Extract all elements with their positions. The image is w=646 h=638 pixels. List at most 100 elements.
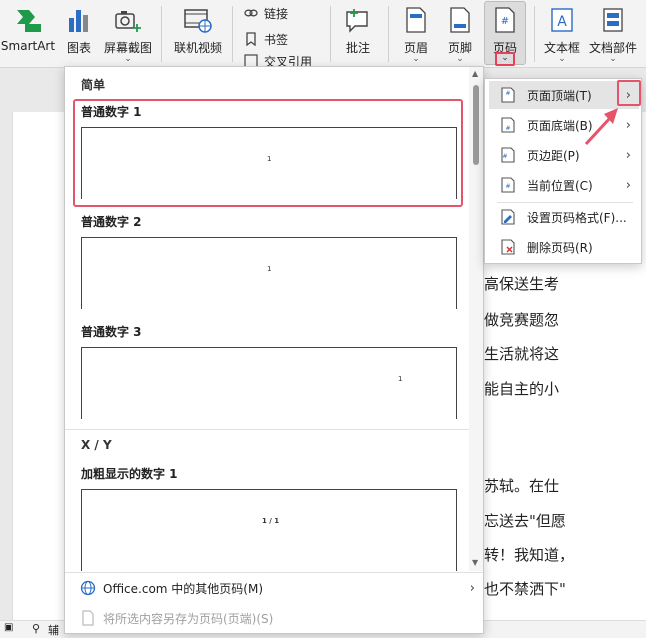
footer-icon [450, 7, 470, 33]
smartart-label: SmartArt [0, 39, 56, 53]
ribbon: SmartArt 图表 屏幕截图 ⌄ 联机视频 链接 书签 交叉引用 批注 页眉… [0, 0, 646, 68]
chart-icon [69, 10, 88, 32]
ribbon-separator [388, 6, 389, 62]
remove-page-number-icon [497, 239, 519, 255]
header-button[interactable]: 页眉 ⌄ [396, 2, 436, 64]
page-top-icon: # [497, 87, 519, 103]
svg-text:#: # [505, 183, 510, 190]
document-text-line: 也不禁洒下" [484, 580, 566, 598]
more-page-numbers-item[interactable]: Office.com 中的其他页码(M) › [65, 573, 483, 603]
document-parts-chevron-icon: ⌄ [609, 54, 617, 64]
header-chevron-icon: ⌄ [412, 54, 420, 64]
page-number-preview: 1 [267, 155, 272, 163]
document-text-line: 生活就将这 [484, 345, 560, 363]
comment-icon [346, 9, 368, 33]
gallery-section-title: 简单 [81, 78, 106, 92]
comment-label: 批注 [345, 41, 370, 55]
scroll-down-icon[interactable]: ▼ [472, 559, 480, 567]
scroll-thumb[interactable] [473, 85, 479, 165]
header-icon [406, 7, 426, 33]
page-number-preview: 1 / 1 [262, 517, 280, 525]
chart-label: 图表 [66, 41, 91, 55]
document-parts-icon [603, 8, 623, 32]
gallery-item-title: 普通数字 3 [81, 325, 142, 339]
online-video-button[interactable]: 联机视频 [170, 2, 226, 64]
comment-button[interactable]: 批注 [338, 2, 378, 64]
current-position-icon: # [497, 177, 519, 193]
ribbon-separator [232, 6, 233, 62]
page-number-button[interactable]: # 页码 ⌄ [484, 1, 526, 66]
link-label: 链接 [264, 6, 289, 21]
document-text-line: 做竞赛题忽 [484, 311, 560, 329]
format-page-number-icon [497, 209, 519, 225]
svg-text:#: # [505, 125, 510, 132]
footer-chevron-icon: ⌄ [456, 54, 464, 64]
page-number-dropdown[interactable]: ⌄ [485, 52, 525, 66]
save-selection-label: 将所选内容另存为页码(页端)(S) [103, 611, 274, 626]
menu-item-format-page-numbers[interactable]: 设置页码格式(F)... [489, 203, 639, 231]
gallery-item-title: 普通数字 1 [81, 105, 142, 119]
globe-icon [79, 579, 97, 597]
save-selection-item: 将所选内容另存为页码(页端)(S) [65, 603, 483, 633]
save-page-icon [79, 609, 97, 627]
accessibility-icon[interactable]: ⚲ [32, 622, 40, 635]
page-view-icon[interactable]: ▣ [4, 622, 13, 633]
online-video-icon [184, 9, 212, 33]
svg-text:#: # [501, 16, 509, 27]
menu-item-current-position[interactable]: # 当前位置(C) › [489, 171, 639, 199]
link-icon [244, 9, 258, 17]
gallery-item-plain-number-1[interactable]: 1 [81, 127, 457, 199]
svg-text:#: # [505, 90, 510, 97]
page-number-preview: 1 [398, 375, 403, 383]
textbox-icon: A [551, 8, 573, 32]
gallery-divider [65, 429, 471, 430]
smartart-icon [17, 10, 41, 32]
gallery-item-title: 加粗显示的数字 1 [81, 467, 178, 481]
textbox-button[interactable]: A 文本框 ⌄ [540, 2, 584, 64]
svg-text:#: # [502, 153, 507, 160]
bookmark-icon [246, 32, 256, 46]
smartart-button[interactable]: SmartArt [0, 2, 56, 64]
menu-item-remove-page-numbers[interactable]: 删除页码(R) [489, 233, 639, 261]
footer-button[interactable]: 页脚 ⌄ [440, 2, 480, 64]
gallery-item-title: 普通数字 2 [81, 215, 142, 229]
menu-item-label: 设置页码格式(F)... [527, 210, 627, 225]
svg-text:A: A [557, 14, 567, 30]
scroll-up-icon[interactable]: ▲ [472, 70, 480, 78]
screenshot-icon [115, 11, 141, 32]
ribbon-separator [161, 6, 162, 62]
screenshot-button[interactable]: 屏幕截图 ⌄ [100, 2, 156, 64]
online-video-label: 联机视频 [173, 41, 222, 55]
bookmark-button[interactable]: 书签 [244, 30, 288, 48]
document-text-line: 苏轼。在仕 [484, 477, 560, 495]
screenshot-chevron-icon: ⌄ [124, 54, 132, 64]
page-number-gallery: 简单 普通数字 1 1 普通数字 2 1 普通数字 3 1 X / Y 加粗显示… [64, 66, 484, 634]
document-parts-button[interactable]: 文档部件 ⌄ [586, 2, 640, 64]
menu-item-label: 当前位置(C) [527, 178, 593, 193]
page-bottom-icon: # [497, 117, 519, 133]
page-number-preview: 1 [267, 265, 272, 273]
document-text-line: 转！我知道， [484, 546, 575, 564]
document-text-line: 高保送生考 [484, 275, 560, 293]
menu-item-label: 删除页码(R) [527, 240, 593, 255]
chevron-down-icon: ⌄ [495, 52, 515, 66]
bookmark-label: 书签 [264, 32, 289, 47]
document-text-line: 能自主的小 [484, 380, 560, 398]
pointer-arrow-icon [584, 108, 618, 146]
gallery-scrollbar[interactable]: ▲ ▼ [469, 67, 483, 571]
chart-button[interactable]: 图表 [60, 2, 98, 64]
chevron-right-icon: › [469, 580, 475, 596]
gallery-section-title: X / Y [81, 438, 112, 452]
ribbon-separator [330, 6, 331, 62]
menu-item-label: 页边距(P) [527, 148, 580, 163]
document-text-line: 忘送去"但愿 [484, 512, 566, 530]
gallery-item-plain-number-2[interactable]: 1 [81, 237, 457, 309]
link-button[interactable]: 链接 [244, 4, 288, 22]
page-margin-icon: # [497, 147, 519, 163]
textbox-chevron-icon: ⌄ [558, 54, 566, 64]
gallery-item-plain-number-3[interactable]: 1 [81, 347, 457, 419]
gallery-item-bold-number-1[interactable]: 1 / 1 [81, 489, 457, 571]
more-page-numbers-label: Office.com 中的其他页码(M) [103, 581, 264, 596]
ribbon-separator [534, 6, 535, 62]
page-number-icon: # [495, 7, 515, 33]
